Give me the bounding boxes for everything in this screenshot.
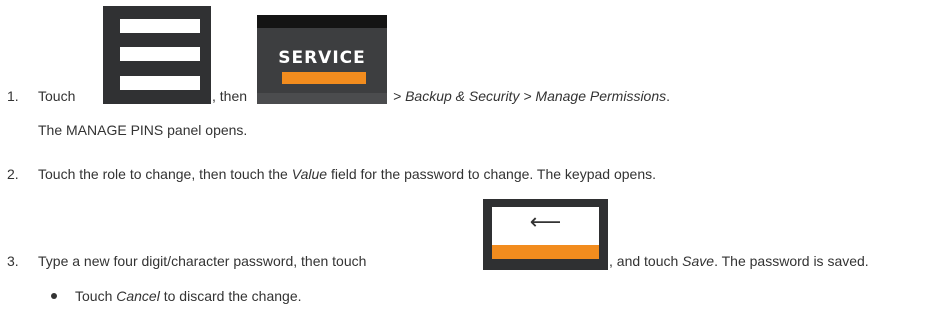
step-2-text: Touch the role to change, then touch the… (38, 166, 656, 183)
step-1-then-text: , then (212, 88, 248, 104)
menu-path: > Backup & Security > Manage Permissions (393, 88, 667, 104)
step-1-touch-text: Touch (38, 88, 76, 104)
step-1-path: > Backup & Security > Manage Permissions… (393, 88, 670, 105)
bullet-text: Touch Cancel to discard the change. (75, 288, 302, 305)
menu-bar-2 (120, 47, 200, 61)
enter-key-face: ⟵ (492, 207, 599, 245)
service-button-icon: SERVICE (257, 15, 387, 104)
cancel-label: Cancel (116, 288, 160, 304)
step-2-number: 2. (7, 166, 19, 182)
service-accent-bar (282, 72, 366, 84)
menu-bar-1 (120, 19, 200, 33)
step-3-number: 3. (7, 253, 19, 269)
bullet-touch-text: Touch (75, 288, 113, 304)
service-label: SERVICE (278, 48, 366, 68)
step-2-text-after: field for the password to change. The ke… (330, 166, 656, 182)
step-1-number: 1. (7, 88, 19, 104)
bullet-text-after: to discard the change. (163, 288, 302, 304)
enter-arrow-icon: ⟵ (529, 210, 562, 235)
value-field-name: Value (291, 166, 328, 182)
step-2-text-before: Touch the role to change, then touch the (38, 166, 288, 182)
step-1-path-end: . (666, 88, 671, 104)
bullet-dot (51, 293, 57, 299)
enter-key-icon: ⟵ (483, 199, 608, 270)
step-3-text-end: . The password is saved. (714, 253, 869, 269)
step-3-text-before: Type a new four digit/character password… (38, 253, 367, 269)
enter-accent-bar (492, 245, 599, 259)
menu-icon (103, 6, 211, 104)
step-3-text-middle: , and touch (609, 253, 679, 269)
menu-bar-3 (120, 76, 200, 90)
service-top-bar (257, 15, 387, 28)
service-bottom-strip (257, 93, 387, 104)
step-3-text-after: , and touch Save. The password is saved. (609, 253, 869, 270)
save-label: Save (682, 253, 715, 269)
step-1-note: The MANAGE PINS panel opens. (38, 122, 248, 138)
